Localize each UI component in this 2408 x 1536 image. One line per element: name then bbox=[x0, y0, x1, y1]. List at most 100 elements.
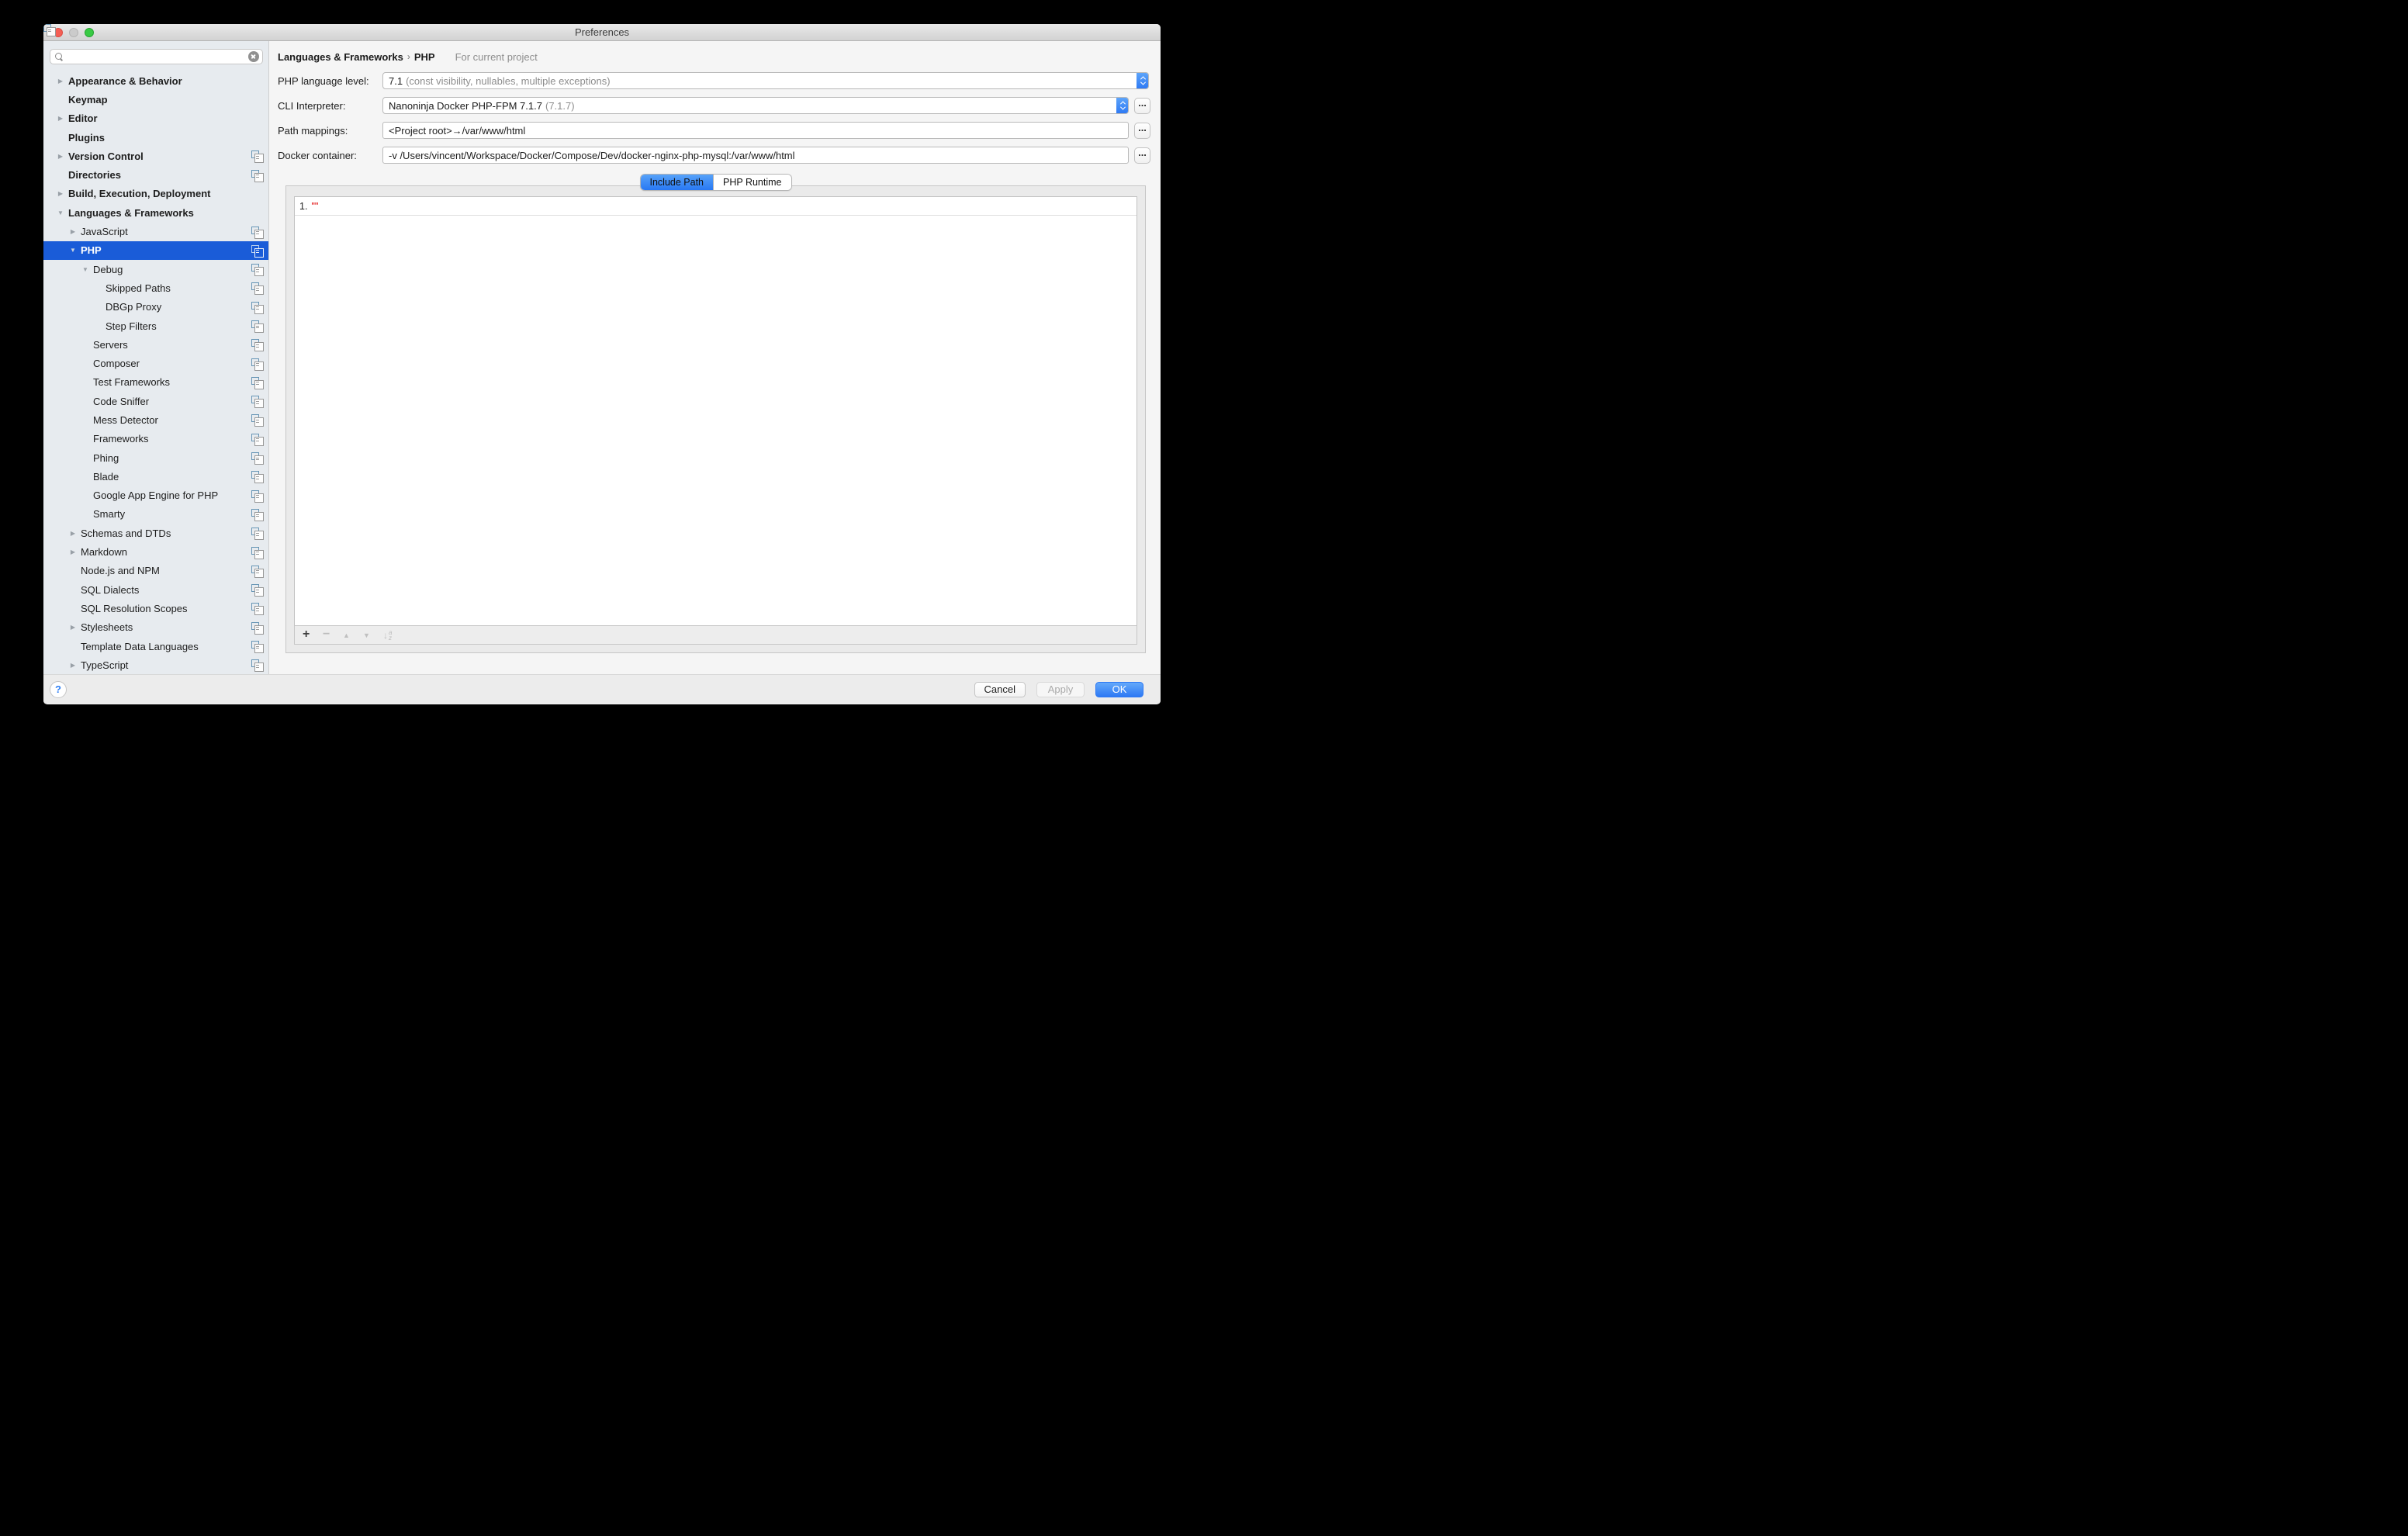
sidebar-item-editor[interactable]: ▶ Editor bbox=[43, 109, 268, 128]
stepper-icon[interactable] bbox=[1137, 72, 1149, 89]
tree-expand-icon[interactable]: ▼ bbox=[69, 247, 77, 254]
per-project-icon bbox=[251, 302, 262, 313]
sidebar-item-label: SQL Dialects bbox=[81, 584, 139, 596]
docker-container-value: -v /Users/vincent/Workspace/Docker/Compo… bbox=[389, 150, 795, 161]
ok-button[interactable]: OK bbox=[1095, 682, 1143, 697]
sidebar-item-label: Schemas and DTDs bbox=[81, 528, 171, 539]
sidebar-item-dbgp-proxy[interactable]: DBGp Proxy bbox=[43, 298, 268, 317]
settings-search-box[interactable] bbox=[50, 49, 263, 64]
per-project-icon bbox=[251, 339, 262, 350]
sidebar-item-label: Version Control bbox=[68, 150, 144, 162]
tree-expand-icon[interactable]: ▶ bbox=[69, 548, 77, 555]
cli-interpreter-select[interactable]: Nanoninja Docker PHP-FPM 7.1.7 (7.1.7) bbox=[382, 97, 1129, 114]
sidebar-item-google-app-engine-for-php[interactable]: Google App Engine for PHP bbox=[43, 486, 268, 505]
sidebar-item-servers[interactable]: Servers bbox=[43, 335, 268, 354]
php-language-level-select[interactable]: 7.1 (const visibility, nullables, multip… bbox=[382, 72, 1149, 89]
sidebar-item-version-control[interactable]: ▶ Version Control bbox=[43, 147, 268, 165]
include-path-list[interactable]: 1. "" bbox=[294, 196, 1137, 626]
tree-expand-icon[interactable]: ▼ bbox=[81, 266, 89, 273]
move-up-button[interactable]: ▲ bbox=[343, 631, 363, 639]
per-project-icon bbox=[251, 414, 262, 425]
include-path-row[interactable]: 1. "" bbox=[295, 197, 1137, 216]
sidebar-item-composer[interactable]: Composer bbox=[43, 354, 268, 372]
path-mappings-row: Path mappings: <Project root>→/var/www/h… bbox=[278, 122, 1161, 139]
docker-container-field[interactable]: -v /Users/vincent/Workspace/Docker/Compo… bbox=[382, 147, 1129, 164]
sidebar-item-schemas-and-dtds[interactable]: ▶ Schemas and DTDs bbox=[43, 524, 268, 542]
tree-expand-icon[interactable]: ▼ bbox=[57, 209, 64, 216]
sidebar-item-code-sniffer[interactable]: Code Sniffer bbox=[43, 392, 268, 410]
sidebar-item-template-data-languages[interactable]: Template Data Languages bbox=[43, 637, 268, 656]
sidebar-item-label: Plugins bbox=[68, 132, 105, 144]
sidebar-item-skipped-paths[interactable]: Skipped Paths bbox=[43, 278, 268, 297]
move-down-button[interactable]: ▼ bbox=[363, 631, 383, 639]
include-path-panel: 1. "" + − ▲ ▼ ↓ az bbox=[285, 185, 1146, 653]
sidebar-item-sql-dialects[interactable]: SQL Dialects bbox=[43, 580, 268, 599]
per-project-icon bbox=[251, 170, 262, 181]
tree-expand-icon[interactable]: ▶ bbox=[69, 624, 77, 631]
tab-php-runtime[interactable]: PHP Runtime bbox=[713, 175, 791, 190]
docker-container-row: Docker container: -v /Users/vincent/Work… bbox=[278, 147, 1161, 164]
sidebar-item-sql-resolution-scopes[interactable]: SQL Resolution Scopes bbox=[43, 599, 268, 618]
per-project-icon bbox=[440, 51, 451, 62]
stepper-icon[interactable] bbox=[1116, 97, 1129, 114]
sidebar-item-keymap[interactable]: Keymap bbox=[43, 90, 268, 109]
sidebar-item-plugins[interactable]: Plugins bbox=[43, 128, 268, 147]
sidebar-item-label: Debug bbox=[93, 264, 123, 275]
path-mappings-field[interactable]: <Project root>→/var/www/html bbox=[382, 122, 1129, 139]
sidebar-item-label: DBGp Proxy bbox=[106, 301, 161, 313]
sidebar-item-mess-detector[interactable]: Mess Detector bbox=[43, 410, 268, 429]
sidebar-item-frameworks[interactable]: Frameworks bbox=[43, 430, 268, 448]
sidebar-item-blade[interactable]: Blade bbox=[43, 467, 268, 486]
sidebar-item-label: SQL Resolution Scopes bbox=[81, 603, 188, 614]
sidebar-item-javascript[interactable]: ▶ JavaScript bbox=[43, 222, 268, 240]
cancel-button[interactable]: Cancel bbox=[974, 682, 1026, 697]
per-project-icon bbox=[251, 528, 262, 538]
sidebar-item-appearance-behavior[interactable]: ▶ Appearance & Behavior bbox=[43, 71, 268, 90]
tree-expand-icon[interactable]: ▶ bbox=[69, 228, 77, 235]
sidebar-item-markdown[interactable]: ▶ Markdown bbox=[43, 542, 268, 561]
add-button[interactable]: + bbox=[303, 628, 323, 642]
settings-tree: ▶ Appearance & Behavior Keymap ▶ Editor … bbox=[43, 71, 268, 674]
zoom-window-button[interactable] bbox=[85, 28, 94, 37]
sidebar-item-typescript[interactable]: ▶ TypeScript bbox=[43, 656, 268, 674]
per-project-icon bbox=[251, 264, 262, 275]
sidebar-item-stylesheets[interactable]: ▶ Stylesheets bbox=[43, 618, 268, 637]
sidebar-item-node-js-and-npm[interactable]: Node.js and NPM bbox=[43, 562, 268, 580]
sidebar-item-php[interactable]: ▼ PHP bbox=[43, 241, 268, 260]
sidebar-item-debug[interactable]: ▼ Debug bbox=[43, 260, 268, 278]
per-project-icon bbox=[251, 227, 262, 237]
tree-expand-icon[interactable]: ▶ bbox=[69, 530, 77, 537]
sidebar-item-directories[interactable]: Directories bbox=[43, 165, 268, 184]
minimize-window-button bbox=[69, 28, 78, 37]
search-input[interactable] bbox=[64, 51, 248, 63]
sort-alphabetically-button[interactable]: ↓ az bbox=[383, 630, 392, 641]
breadcrumb-section[interactable]: Languages & Frameworks bbox=[278, 51, 403, 63]
docker-container-browse-button[interactable]: ... bbox=[1134, 147, 1150, 164]
sidebar-item-step-filters[interactable]: Step Filters bbox=[43, 317, 268, 335]
help-button[interactable]: ? bbox=[50, 681, 67, 698]
cli-interpreter-browse-button[interactable]: ... bbox=[1134, 98, 1150, 114]
sidebar-item-test-frameworks[interactable]: Test Frameworks bbox=[43, 373, 268, 392]
per-project-icon bbox=[251, 434, 262, 445]
path-mappings-browse-button[interactable]: ... bbox=[1134, 123, 1150, 139]
breadcrumb: Languages & Frameworks › PHP For current… bbox=[278, 50, 1149, 63]
sort-arrow-icon: ↓ bbox=[383, 631, 388, 640]
tree-expand-icon[interactable]: ▶ bbox=[69, 662, 77, 669]
apply-button[interactable]: Apply bbox=[1036, 682, 1085, 697]
sidebar-item-smarty[interactable]: Smarty bbox=[43, 505, 268, 524]
clear-search-icon[interactable] bbox=[248, 51, 259, 62]
sidebar-item-phing[interactable]: Phing bbox=[43, 448, 268, 467]
cli-interpreter-version: (7.1.7) bbox=[545, 100, 575, 112]
sidebar-item-label: Google App Engine for PHP bbox=[93, 490, 218, 501]
per-project-icon bbox=[251, 641, 262, 652]
remove-button[interactable]: − bbox=[323, 628, 343, 642]
sidebar-item-languages-frameworks[interactable]: ▼ Languages & Frameworks bbox=[43, 203, 268, 222]
breadcrumb-page: PHP bbox=[414, 51, 435, 63]
tab-include-path[interactable]: Include Path bbox=[641, 175, 714, 190]
tree-expand-icon[interactable]: ▶ bbox=[57, 153, 64, 160]
sidebar-item-build-execution-deployment[interactable]: ▶ Build, Execution, Deployment bbox=[43, 185, 268, 203]
tree-expand-icon[interactable]: ▶ bbox=[57, 190, 64, 197]
include-path-value: "" bbox=[311, 201, 318, 212]
tree-expand-icon[interactable]: ▶ bbox=[57, 115, 64, 122]
tree-expand-icon[interactable]: ▶ bbox=[57, 78, 64, 85]
